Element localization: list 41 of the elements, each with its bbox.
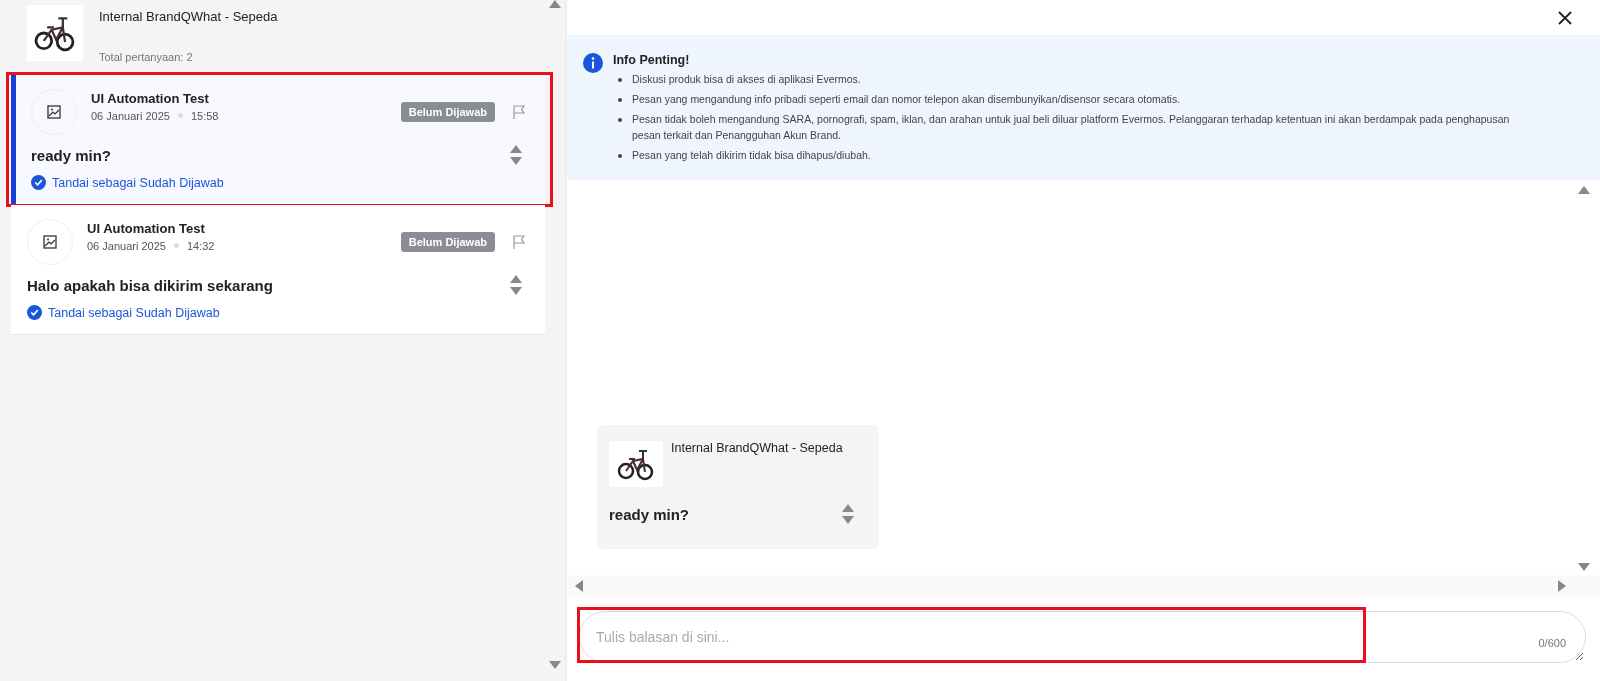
- product-name: Internal BrandQWhat - Sepeda: [671, 441, 843, 457]
- info-title: Info Penting!: [613, 53, 691, 67]
- message-text: ready min?: [609, 505, 690, 523]
- question-text: Halo apakah bisa dikirim sekarang: [27, 276, 273, 294]
- question-date: 06 Januari 2025: [91, 109, 170, 122]
- image-icon: [47, 105, 61, 119]
- info-rule: Diskusi produk bisa di akses di aplikasi Evermos.: [632, 72, 861, 87]
- scroll-up-icon[interactable]: [549, 0, 561, 8]
- asker-name: UI Automation Test: [91, 90, 210, 106]
- scroll-down-icon[interactable]: [549, 661, 561, 669]
- character-counter: 0/600: [1538, 637, 1566, 649]
- status-badge: Belum Dijawab: [400, 232, 495, 252]
- scroll-left-icon[interactable]: [575, 580, 583, 592]
- sort-icon[interactable]: [509, 274, 523, 296]
- image-icon: [43, 235, 57, 249]
- question-count: Total pertanyaan: 2: [99, 51, 194, 63]
- question-item[interactable]: UI Automation Test 06 Januari 2025 14:32 Belum Dijawab Halo apakah bisa dikirim sekarang Tandai sebagai Sudah Dijawab: [11, 205, 545, 335]
- sort-icon[interactable]: [509, 144, 523, 166]
- info-rule: Pesan yang mengandung info pribadi seperti email dan nomor telepon akan disembunyikan/disensor secara otomatis.: [632, 91, 1181, 107]
- sort-icon[interactable]: [841, 503, 855, 525]
- info-rule: Pesan tidak boleh mengandung SARA, pornografi, spam, iklan, dan arahan untuk jual beli diluar platform Evermos. Pelanggaran terhadap ketentuan ini akan berdampak pada penghapusan pesan terkait dan Penangguhan Akun Brand.: [632, 111, 1511, 144]
- check-circle-icon: [31, 175, 46, 190]
- scroll-down-icon[interactable]: [1578, 563, 1590, 571]
- info-icon: [583, 53, 603, 73]
- question-text: ready min?: [31, 146, 112, 164]
- close-icon[interactable]: [1558, 10, 1572, 25]
- status-badge: Belum Dijawab: [400, 102, 495, 122]
- flag-icon[interactable]: [511, 104, 527, 120]
- flag-icon[interactable]: [511, 234, 527, 250]
- resize-grip-icon[interactable]: [1575, 652, 1584, 661]
- question-time: 15:58: [190, 109, 219, 122]
- product-name: Internal BrandQWhat - Sepeda: [99, 9, 278, 24]
- mark-answered-link[interactable]: Tandai sebagai Sudah Dijawab: [31, 175, 224, 190]
- scroll-up-icon[interactable]: [1578, 186, 1590, 194]
- scroll-right-icon[interactable]: [1558, 580, 1566, 592]
- question-date: 06 Januari 2025: [87, 239, 166, 252]
- check-circle-icon: [27, 305, 42, 320]
- mark-answered-link[interactable]: Tandai sebagai Sudah Dijawab: [27, 305, 220, 320]
- asker-name: UI Automation Test: [87, 220, 206, 236]
- question-time: 14:32: [186, 239, 215, 252]
- info-rule: Pesan yang telah dikirim tidak bisa dihapus/diubah.: [632, 148, 871, 164]
